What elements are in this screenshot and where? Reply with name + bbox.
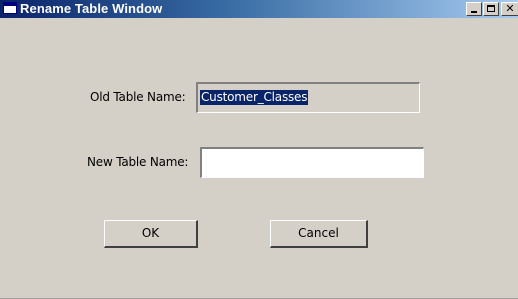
- close-button[interactable]: ✕: [501, 2, 518, 16]
- title-bar[interactable]: Rename Table Window ✕: [0, 0, 518, 18]
- ok-button[interactable]: OK: [104, 220, 198, 248]
- new-table-name-label: New Table Name:: [87, 155, 189, 169]
- window-icon: [3, 2, 17, 14]
- minimize-icon: [471, 11, 477, 13]
- old-table-name-field[interactable]: Customer_Classes: [196, 82, 420, 113]
- old-table-name-value: Customer_Classes: [200, 90, 309, 105]
- cancel-button[interactable]: Cancel: [270, 220, 368, 248]
- new-table-name-input[interactable]: [200, 147, 424, 178]
- window-title: Rename Table Window: [20, 1, 163, 16]
- maximize-icon: [487, 5, 495, 12]
- close-icon: ✕: [505, 3, 515, 15]
- maximize-button[interactable]: [483, 2, 499, 16]
- minimize-button[interactable]: [466, 2, 482, 16]
- rename-table-window: Rename Table Window ✕ Old Table Name: Cu…: [0, 0, 518, 299]
- old-table-name-label: Old Table Name:: [90, 90, 186, 104]
